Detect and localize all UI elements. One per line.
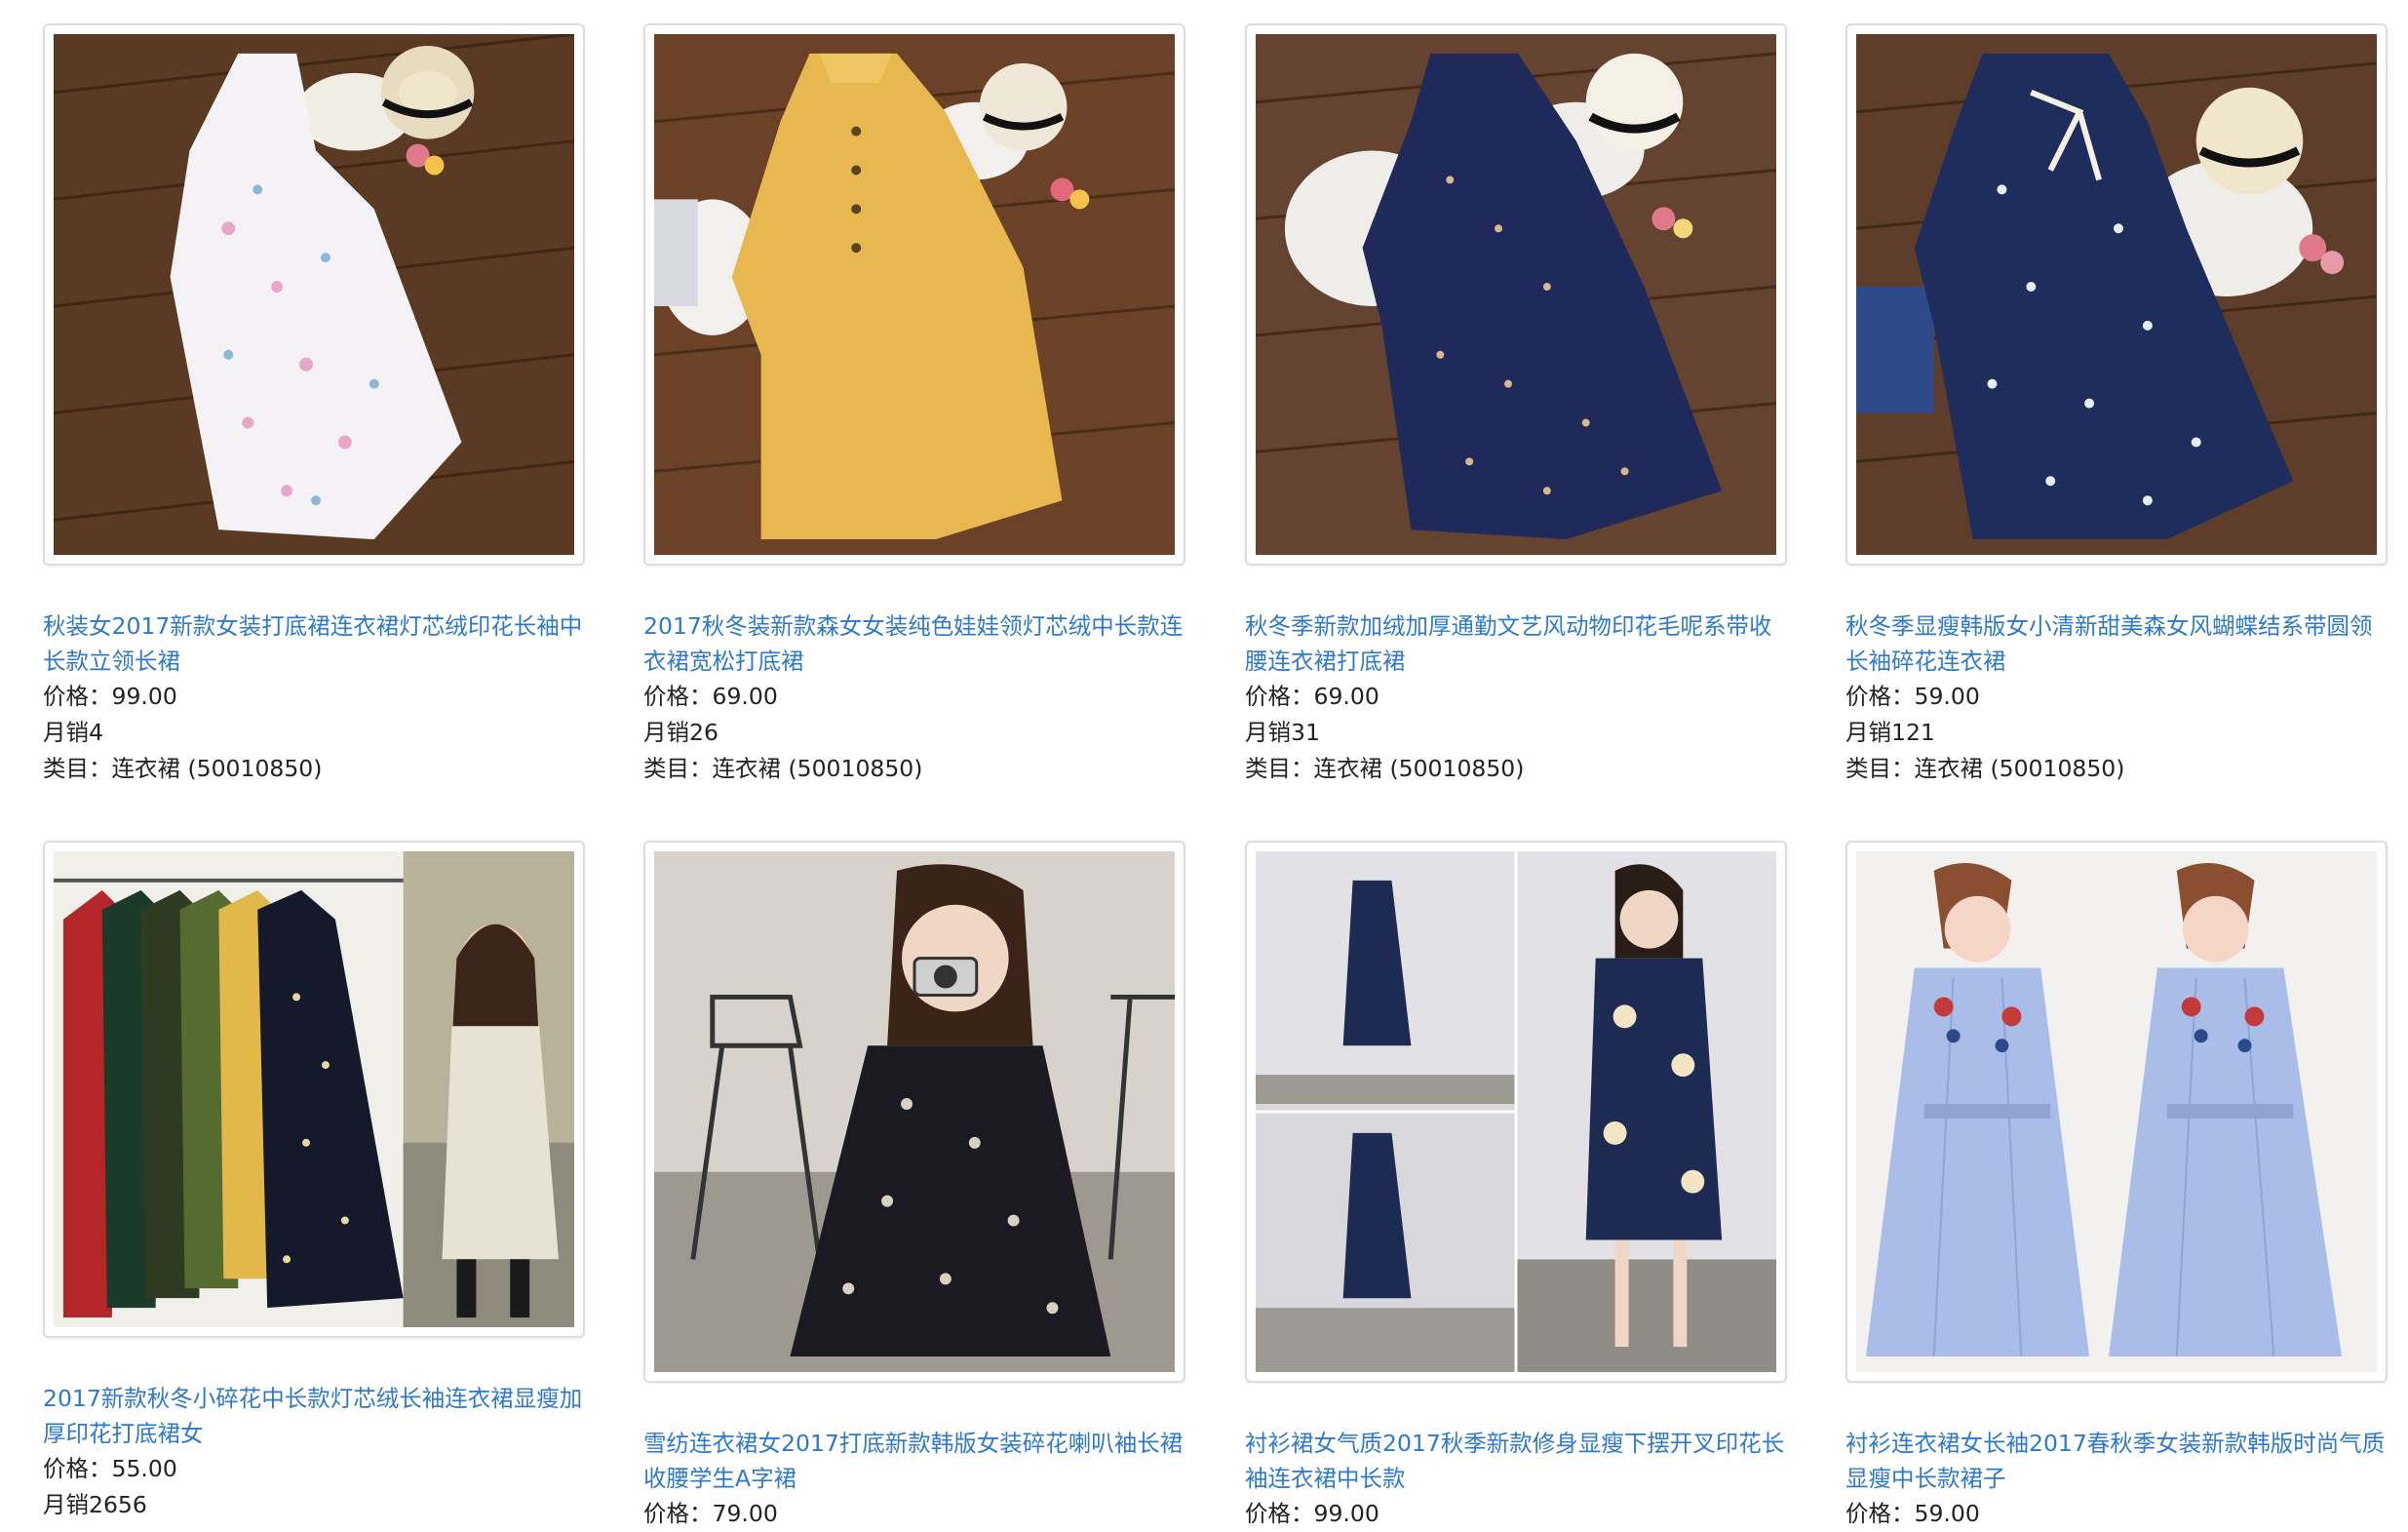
product-monthly-sales: 月销4 <box>43 719 103 746</box>
product-price: 价格：69.00 <box>643 683 778 710</box>
product-image-link[interactable] <box>1245 23 1787 566</box>
product-monthly-sales: 月销26 <box>643 719 719 746</box>
product-monthly-sales: 月销31 <box>1245 719 1320 746</box>
product-category: 类目：连衣裙 (50010850) <box>643 755 923 782</box>
product-card: 衬衫连衣裙女长袖2017春秋季女装新款韩版时尚气质显瘦中长款裙子 价格：59.0… <box>1845 841 2388 1532</box>
product-image-link[interactable] <box>1845 841 2388 1383</box>
product-monthly-sales: 月销121 <box>1845 719 1935 746</box>
product-card: 秋冬季显瘦韩版女小清新甜美森女风蝴蝶结系带圆领长袖碎花连衣裙 价格：59.00 … <box>1845 23 2388 787</box>
product-image <box>54 34 574 555</box>
product-image-link[interactable] <box>643 841 1185 1383</box>
product-image <box>654 34 1175 555</box>
product-image <box>1856 851 2377 1372</box>
product-image-link[interactable] <box>643 23 1185 566</box>
product-grid: 秋装女2017新款女装打底裙连衣裙灯芯绒印花长袖中长款立领长裙 价格：99.00… <box>0 0 2408 1527</box>
product-image <box>1256 34 1776 555</box>
product-image <box>654 851 1175 1372</box>
product-price: 价格：55.00 <box>43 1455 177 1482</box>
product-card: 秋装女2017新款女装打底裙连衣裙灯芯绒印花长袖中长款立领长裙 价格：99.00… <box>43 23 585 787</box>
product-image-link[interactable] <box>43 23 585 566</box>
product-image <box>54 851 574 1327</box>
product-category: 类目：连衣裙 (50010850) <box>1845 755 2125 782</box>
product-title-link[interactable]: 2017新款秋冬小碎花中长款灯芯绒长袖连衣裙显瘦加厚印花打底裙女 <box>43 1381 585 1451</box>
product-title-link[interactable]: 秋冬季新款加绒加厚通勤文艺风动物印花毛呢系带收腰连衣裙打底裙 <box>1245 609 1787 679</box>
product-title-link[interactable]: 2017秋冬装新款森女女装纯色娃娃领灯芯绒中长款连衣裙宽松打底裙 <box>643 609 1185 679</box>
product-card: 2017新款秋冬小碎花中长款灯芯绒长袖连衣裙显瘦加厚印花打底裙女 价格：55.0… <box>43 841 585 1523</box>
product-price: 价格：79.00 <box>643 1500 778 1527</box>
product-title-link[interactable]: 衬衫连衣裙女长袖2017春秋季女装新款韩版时尚气质显瘦中长款裙子 <box>1845 1426 2388 1496</box>
product-title-link[interactable]: 衬衫裙女气质2017秋季新款修身显瘦下摆开叉印花长袖连衣裙中长款 <box>1245 1426 1787 1496</box>
product-image-link[interactable] <box>1245 841 1787 1383</box>
product-price: 价格：69.00 <box>1245 683 1379 710</box>
product-card: 雪纺连衣裙女2017打底新款韩版女装碎花喇叭袖长裙收腰学生A字裙 价格：79.0… <box>643 841 1185 1532</box>
product-card: 秋冬季新款加绒加厚通勤文艺风动物印花毛呢系带收腰连衣裙打底裙 价格：69.00 … <box>1245 23 1787 787</box>
product-price: 价格：99.00 <box>43 683 177 710</box>
product-title-link[interactable]: 秋装女2017新款女装打底裙连衣裙灯芯绒印花长袖中长款立领长裙 <box>43 609 585 679</box>
product-category: 类目：连衣裙 (50010850) <box>43 755 323 782</box>
product-image-link[interactable] <box>1845 23 2388 566</box>
product-card: 衬衫裙女气质2017秋季新款修身显瘦下摆开叉印花长袖连衣裙中长款 价格：99.0… <box>1245 841 1787 1532</box>
product-image <box>1856 34 2377 555</box>
product-image <box>1256 851 1776 1372</box>
product-price: 价格：59.00 <box>1845 683 1980 710</box>
product-title-link[interactable]: 雪纺连衣裙女2017打底新款韩版女装碎花喇叭袖长裙收腰学生A字裙 <box>643 1426 1185 1496</box>
product-price: 价格：59.00 <box>1845 1500 1980 1527</box>
product-price: 价格：99.00 <box>1245 1500 1379 1527</box>
product-category: 类目：连衣裙 (50010850) <box>1245 755 1525 782</box>
product-card: 2017秋冬装新款森女女装纯色娃娃领灯芯绒中长款连衣裙宽松打底裙 价格：69.0… <box>643 23 1185 787</box>
product-monthly-sales: 月销2656 <box>43 1491 147 1518</box>
product-title-link[interactable]: 秋冬季显瘦韩版女小清新甜美森女风蝴蝶结系带圆领长袖碎花连衣裙 <box>1845 609 2388 679</box>
product-image-link[interactable] <box>43 841 585 1338</box>
